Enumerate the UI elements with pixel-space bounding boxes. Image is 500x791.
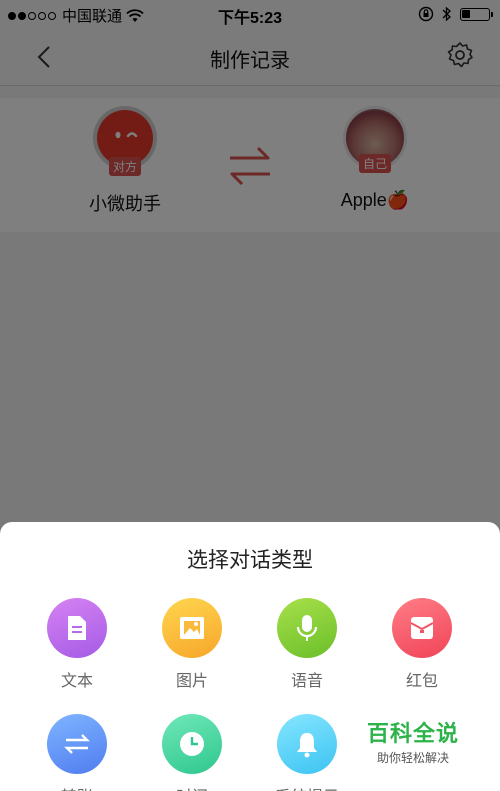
option-label: 系统提示 <box>257 783 357 791</box>
option-label: 语音 <box>290 673 323 690</box>
watermark-title: 百科全说 <box>366 721 459 746</box>
option-label: 时间 <box>142 783 242 791</box>
option-image[interactable]: 图片 <box>142 598 242 691</box>
option-time[interactable]: 时间 <box>142 714 242 791</box>
clock-icon <box>162 714 222 774</box>
option-label: 图片 <box>175 673 208 690</box>
red-packet-icon <box>392 598 452 658</box>
image-icon <box>162 598 222 658</box>
watermark-subtitle: 助你轻松解决 <box>376 751 449 765</box>
bell-icon <box>277 714 337 774</box>
option-label: 红包 <box>405 673 438 690</box>
option-label: 转账 <box>27 783 127 791</box>
option-red-packet[interactable]: 红包 <box>372 598 472 691</box>
option-text[interactable]: 文本 <box>27 598 127 691</box>
option-system-notice[interactable]: 系统提示 <box>257 714 357 791</box>
watermark-logo: 百科全说 助你轻松解决 <box>363 716 463 766</box>
transfer-icon <box>47 714 107 774</box>
sheet-title: 选择对话类型 <box>187 549 313 572</box>
document-icon <box>47 598 107 658</box>
option-voice[interactable]: 语音 <box>257 598 357 691</box>
option-label: 文本 <box>60 673 93 690</box>
option-transfer[interactable]: 转账 <box>27 714 127 791</box>
microphone-icon <box>277 598 337 658</box>
